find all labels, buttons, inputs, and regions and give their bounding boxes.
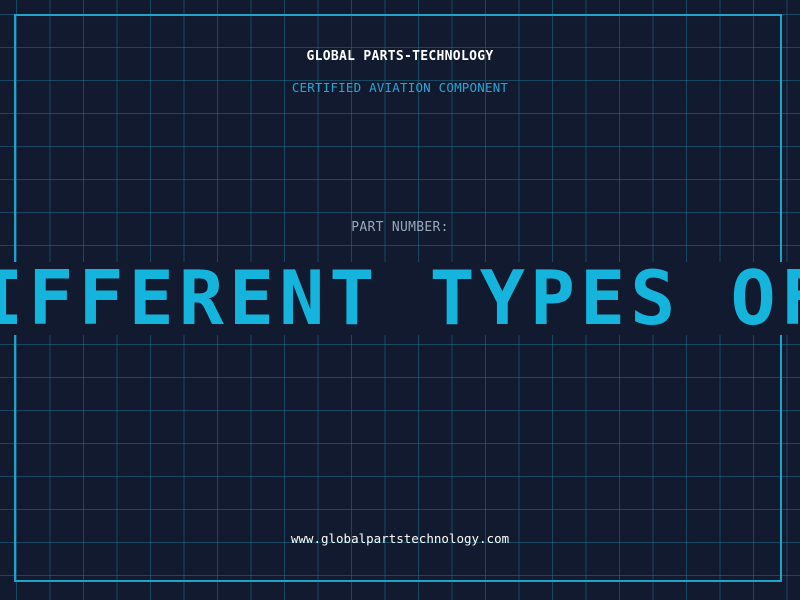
certification-subtitle: CERTIFIED AVIATION COMPONENT	[291, 80, 509, 95]
part-number-band: DIFFERENT TYPES OF AIRPLANE	[0, 262, 800, 335]
website-url: www.globalpartstechnology.com	[290, 531, 510, 546]
part-number-label: PART NUMBER:	[351, 220, 449, 235]
company-name: GLOBAL PARTS-TECHNOLOGY	[306, 49, 494, 64]
part-label-card: GLOBAL PARTS-TECHNOLOGY CERTIFIED AVIATI…	[0, 0, 800, 600]
part-number-value: DIFFERENT TYPES OF AIRPLANE	[0, 262, 800, 335]
